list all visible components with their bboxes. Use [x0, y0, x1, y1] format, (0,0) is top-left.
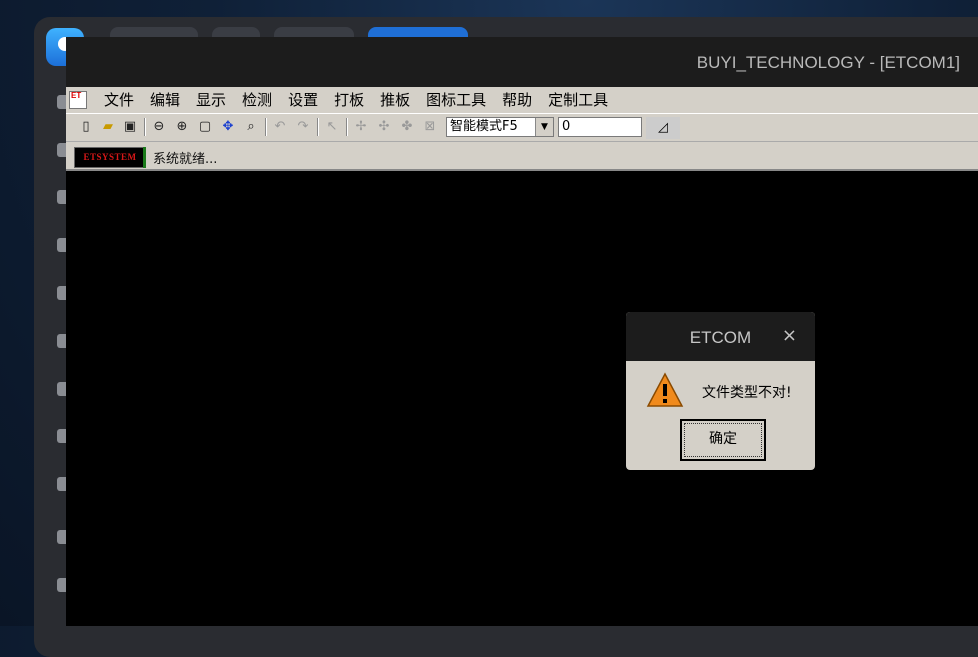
status-text: 系统就绪...: [153, 152, 218, 167]
menu-check[interactable]: 检测: [234, 87, 280, 113]
fit-window-icon[interactable]: ▢: [197, 119, 213, 135]
open-folder-icon[interactable]: ▰: [100, 119, 116, 135]
menu-help[interactable]: 帮助: [494, 87, 540, 113]
title-bar[interactable]: BUYI_TECHNOLOGY - [ETCOM1]: [66, 37, 978, 87]
close-icon[interactable]: ×: [782, 326, 797, 346]
focus-ring: [684, 423, 762, 457]
zoom-area-icon[interactable]: ⌕: [243, 119, 259, 135]
warning-icon: [646, 372, 684, 407]
app-logo-icon[interactable]: ET: [69, 91, 87, 109]
menu-edit[interactable]: 编辑: [142, 87, 188, 113]
menu-bar: ET 文件 编辑 显示 检测 设置 打板 推板 图标工具 帮助 定制工具: [66, 87, 978, 113]
error-dialog: ETCOM × 文件类型不对! 确定: [626, 312, 815, 470]
zoom-out-icon[interactable]: ⊖: [151, 119, 167, 135]
new-file-icon[interactable]: ▯: [78, 119, 94, 135]
select-icon[interactable]: ↖: [324, 119, 340, 135]
menu-file[interactable]: 文件: [96, 87, 142, 113]
value-input[interactable]: 0: [558, 117, 642, 137]
toolbar: ▯ ▰ ▣ ⊖ ⊕ ▢ ✥ ⌕ ↶ ↷ ↖ ✢ ✣ ✤ ⊠ 智能模式F5 ▼ 0…: [66, 113, 978, 141]
zoom-in-icon[interactable]: ⊕: [174, 119, 190, 135]
mode-select-value: 智能模式F5: [450, 119, 518, 134]
menu-custom-tools[interactable]: 定制工具: [540, 87, 616, 113]
menu-icon-tools[interactable]: 图标工具: [418, 87, 494, 113]
menu-settings[interactable]: 设置: [280, 87, 326, 113]
menu-view[interactable]: 显示: [188, 87, 234, 113]
move-icon[interactable]: ✥: [220, 119, 236, 135]
grade-point-2-icon[interactable]: ✣: [376, 119, 392, 135]
toolbar-separator: [346, 118, 348, 136]
mode-select[interactable]: 智能模式F5 ▼: [446, 117, 554, 137]
menu-grading[interactable]: 推板: [372, 87, 418, 113]
measure-tool-icon[interactable]: ◿: [646, 117, 680, 139]
undo-icon[interactable]: ↶: [272, 119, 288, 135]
grade-point-icon[interactable]: ✢: [353, 119, 369, 135]
toolbar-separator: [317, 118, 319, 136]
logo-accent: [143, 147, 146, 168]
window-title: BUYI_TECHNOLOGY - [ETCOM1]: [696, 53, 960, 72]
save-icon[interactable]: ▣: [122, 119, 138, 135]
dialog-title-bar[interactable]: ETCOM ×: [626, 312, 815, 361]
dialog-message: 文件类型不对!: [702, 385, 792, 401]
etsystem-logo: ETSYSTEM: [74, 147, 146, 168]
redo-icon[interactable]: ↷: [295, 119, 311, 135]
grade-point-4-icon[interactable]: ⊠: [422, 119, 438, 135]
app-window: BUYI_TECHNOLOGY - [ETCOM1] ET 文件 编辑 显示 检…: [66, 37, 978, 626]
ok-button[interactable]: 确定: [680, 419, 766, 461]
chevron-down-icon[interactable]: ▼: [535, 118, 553, 136]
status-bar: ETSYSTEM 系统就绪...: [66, 141, 978, 171]
grade-point-3-icon[interactable]: ✤: [399, 119, 415, 135]
menu-pattern[interactable]: 打板: [326, 87, 372, 113]
toolbar-separator: [144, 118, 146, 136]
toolbar-separator: [265, 118, 267, 136]
